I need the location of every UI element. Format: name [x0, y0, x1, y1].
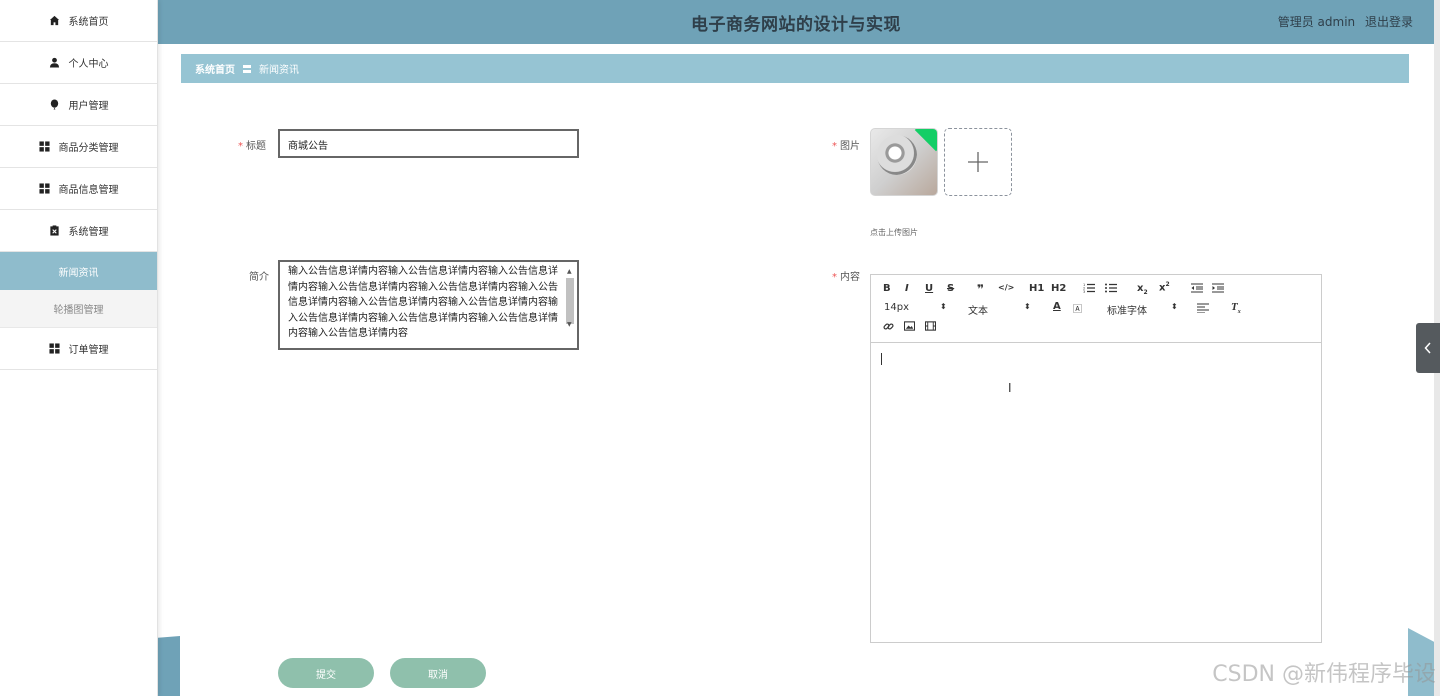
video-icon[interactable] — [924, 321, 937, 334]
side-panel-toggle[interactable] — [1416, 323, 1440, 373]
h1-button[interactable]: H1 — [1029, 283, 1044, 294]
submit-button[interactable]: 提交 — [278, 658, 374, 688]
grid-icon — [39, 141, 51, 153]
font-family-select[interactable]: 标准字体 — [1107, 302, 1147, 317]
sidebar-item-profile[interactable]: 个人中心 — [0, 42, 157, 84]
subscript-button[interactable]: x2 — [1137, 283, 1148, 296]
background-color-icon[interactable]: 🄰 — [1073, 302, 1082, 315]
chevron-left-icon — [1424, 342, 1431, 354]
top-header: 电子商务网站的设计与实现 管理员 admin 退出登录 — [158, 0, 1440, 44]
sidebar-item-label: 个人中心 — [68, 59, 109, 70]
text-cursor-icon: I — [1008, 381, 1012, 395]
italic-button[interactable]: I — [905, 283, 909, 294]
bold-button[interactable]: B — [883, 283, 891, 294]
font-size-select[interactable]: 14px — [884, 302, 909, 313]
sidebar-item-products[interactable]: 商品信息管理 — [0, 168, 157, 210]
clear-format-button[interactable]: Tx — [1231, 301, 1241, 315]
title-label: * 标题 — [238, 141, 266, 152]
grid-icon — [39, 183, 51, 195]
breadcrumb-current: 新闻资讯 — [259, 65, 299, 76]
heading-select[interactable]: 文本 — [968, 302, 988, 317]
scroll-down-icon[interactable]: ▼ — [567, 317, 572, 333]
image-label: * 图片 — [832, 141, 860, 152]
sidebar-item-label: 用户管理 — [68, 101, 109, 112]
editor-content-area[interactable]: I — [871, 343, 1321, 642]
blockquote-button[interactable]: ❞ — [977, 282, 984, 296]
chevron-updown-icon: ⬍ — [1024, 302, 1031, 311]
sidebar-item-label: 新闻资讯 — [58, 267, 99, 279]
superscript-button[interactable]: x2 — [1159, 281, 1170, 293]
sidebar-item-label: 订单管理 — [68, 345, 109, 356]
sidebar-item-category[interactable]: 商品分类管理 — [0, 126, 157, 168]
outdent-icon[interactable] — [1191, 283, 1203, 296]
watermark: CSDN @新伟程序毕设 — [1212, 662, 1436, 687]
home-icon — [49, 15, 61, 27]
rich-text-editor: B I U S ❞ </> H1 H2 123 x2 x2 14px ⬍ 文本 … — [870, 274, 1322, 643]
h2-button[interactable]: H2 — [1051, 283, 1066, 294]
sidebar-item-home[interactable]: 系统首页 — [0, 0, 157, 42]
link-icon[interactable] — [883, 321, 894, 335]
summary-scrollbar[interactable]: ▲ ▼ — [565, 264, 575, 342]
logout-link[interactable]: 退出登录 — [1365, 15, 1413, 29]
bullet-list-icon[interactable] — [1105, 283, 1117, 296]
upload-success-badge — [914, 129, 937, 152]
strike-button[interactable]: S — [947, 283, 954, 294]
product-image — [877, 135, 917, 175]
clipboard-icon — [49, 225, 61, 237]
summary-text: 输入公告信息详情内容输入公告信息详情内容输入公告信息详情内容输入公告信息详情内容… — [288, 266, 558, 339]
sidebar: 系统首页 个人中心 用户管理 商品分类管理 商品信息管理 系统管理 新闻资讯 轮… — [0, 0, 158, 696]
breadcrumb-home[interactable]: 系统首页 — [195, 61, 235, 76]
breadcrumb: 系统首页 〓 新闻资讯 — [181, 54, 1409, 83]
code-block-button[interactable]: </> — [998, 283, 1014, 292]
svg-text:3: 3 — [1083, 290, 1085, 293]
plus-icon — [968, 152, 988, 172]
title-input[interactable]: 商城公告 — [278, 129, 579, 158]
image-icon[interactable] — [903, 321, 916, 334]
decorative-shape-left — [158, 636, 180, 696]
summary-label: 简介 — [249, 272, 269, 283]
user-icon — [49, 57, 61, 69]
sidebar-item-label: 商品分类管理 — [58, 143, 119, 154]
upload-hint: 点击上传图片 — [870, 228, 918, 237]
balloon-icon — [49, 99, 61, 111]
user-area: 管理员 admin 退出登录 — [1272, 13, 1413, 30]
editor-toolbar: B I U S ❞ </> H1 H2 123 x2 x2 14px ⬍ 文本 … — [871, 275, 1321, 343]
sidebar-item-system[interactable]: 系统管理 — [0, 210, 157, 252]
sidebar-item-label: 轮播图管理 — [53, 305, 104, 316]
app-title: 电子商务网站的设计与实现 — [691, 15, 901, 35]
content-label: * 内容 — [832, 272, 860, 283]
sidebar-subitem-carousel[interactable]: 轮播图管理 — [0, 290, 157, 328]
ordered-list-icon[interactable]: 123 — [1083, 283, 1095, 296]
required-mark: * — [238, 141, 243, 152]
main-content: 系统首页 〓 新闻资讯 * 标题 商城公告 简介 输入公告信息详情内容输入公告信息… — [158, 44, 1440, 696]
user-name: 管理员 admin — [1277, 15, 1356, 29]
sidebar-item-label: 系统首页 — [68, 17, 109, 28]
sidebar-subitem-news[interactable]: 新闻资讯 — [0, 252, 157, 290]
uploaded-image-thumbnail[interactable] — [870, 128, 938, 196]
align-icon[interactable] — [1197, 303, 1209, 316]
sidebar-item-users[interactable]: 用户管理 — [0, 84, 157, 126]
cancel-button[interactable]: 取消 — [390, 658, 486, 688]
chevron-updown-icon: ⬍ — [940, 302, 947, 311]
upload-button[interactable] — [944, 128, 1012, 196]
chevron-updown-icon: ⬍ — [1171, 302, 1178, 311]
sidebar-item-orders[interactable]: 订单管理 — [0, 328, 157, 370]
summary-textarea[interactable]: 输入公告信息详情内容输入公告信息详情内容输入公告信息详情内容输入公告信息详情内容… — [278, 260, 579, 350]
font-color-button[interactable]: A — [1053, 301, 1061, 312]
grid-icon — [49, 343, 61, 355]
breadcrumb-separator: 〓 — [242, 65, 252, 76]
indent-icon[interactable] — [1212, 283, 1224, 296]
sidebar-item-label: 系统管理 — [68, 227, 109, 238]
sidebar-item-label: 商品信息管理 — [58, 185, 119, 196]
text-caret — [881, 353, 882, 365]
underline-button[interactable]: U — [925, 283, 933, 294]
